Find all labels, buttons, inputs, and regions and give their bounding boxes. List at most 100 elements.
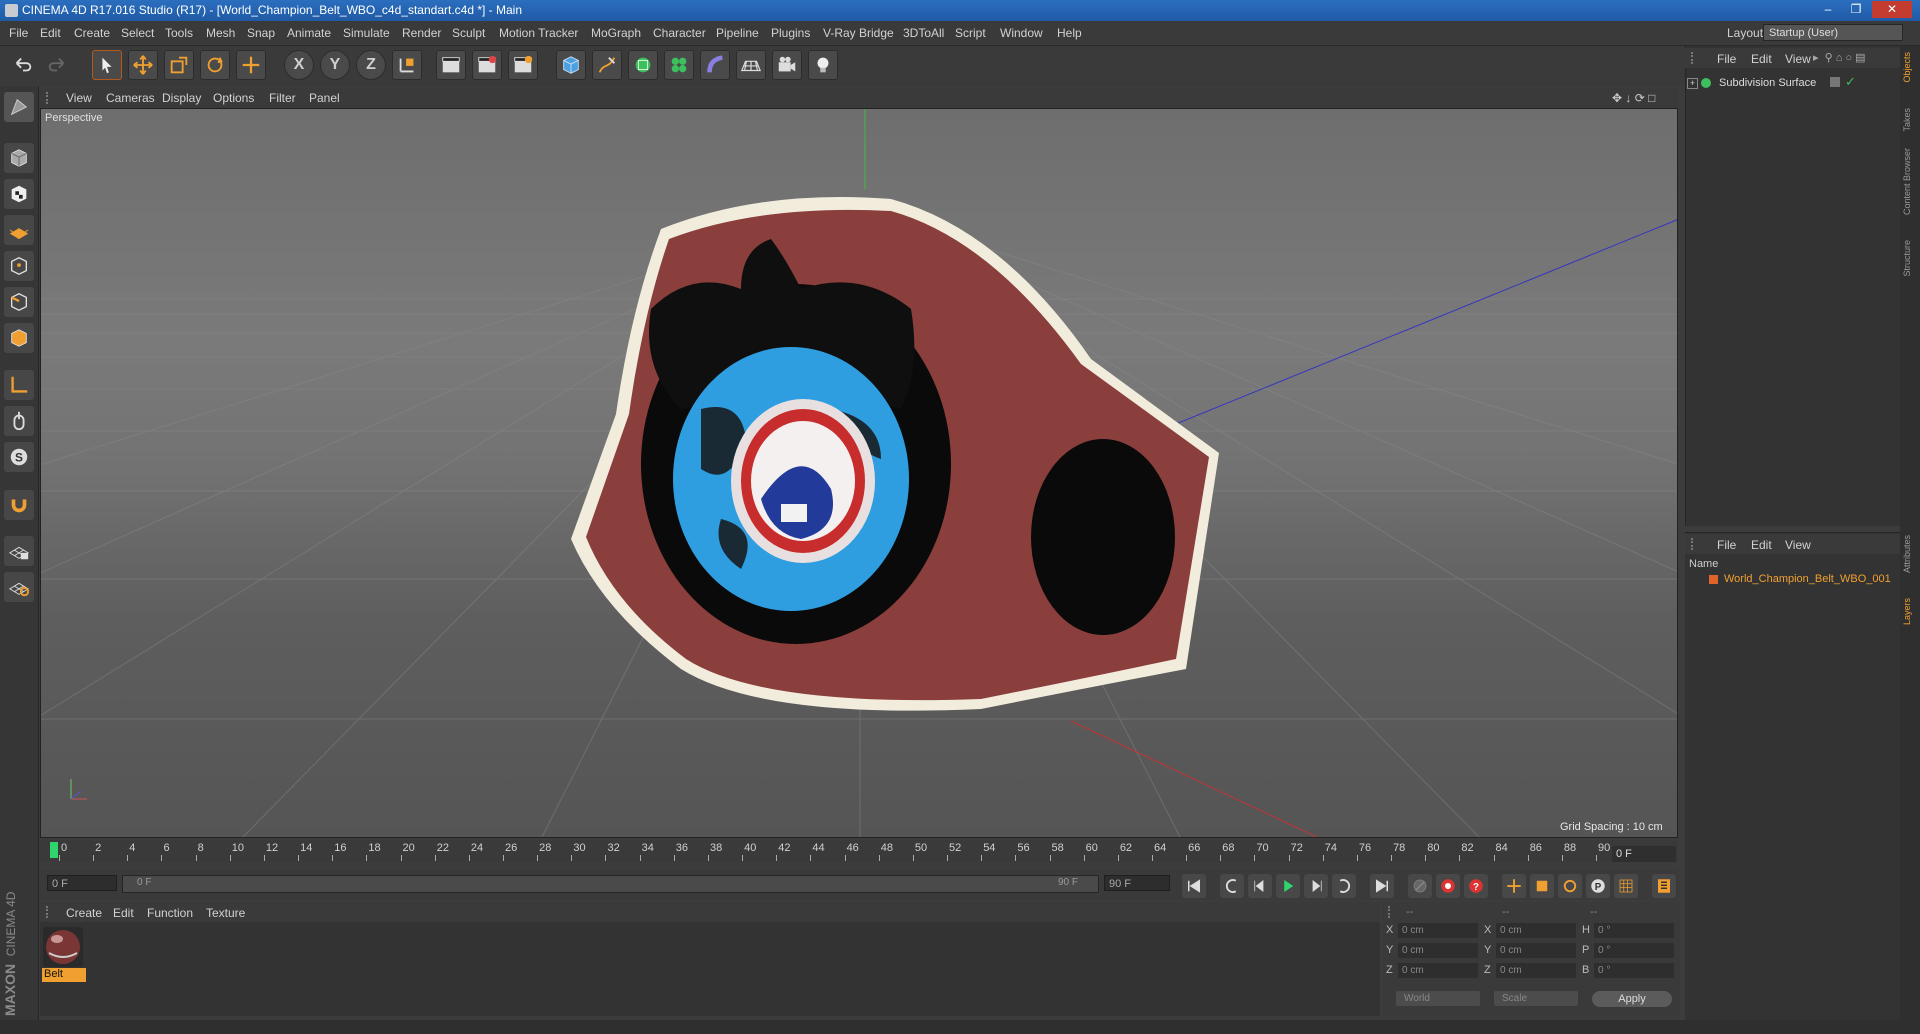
layer-row[interactable]: World_Champion_Belt_WBO_001 [1689, 572, 1897, 588]
menu-mesh[interactable]: Mesh [206, 26, 235, 40]
menu-window[interactable]: Window [1000, 26, 1043, 40]
key-rotation-button[interactable] [1558, 874, 1582, 898]
enabled-check-icon[interactable]: ✓ [1845, 74, 1856, 90]
expand-icon[interactable]: + [1687, 78, 1698, 89]
tab-content-browser[interactable]: Content Browser [1902, 148, 1918, 215]
subdivision-surface-button[interactable] [628, 50, 658, 80]
planar-workplane-button[interactable] [4, 572, 34, 602]
cloner-button[interactable] [664, 50, 694, 80]
coordinate-system-button[interactable] [392, 50, 422, 80]
render-picture-viewer-button[interactable] [472, 50, 502, 80]
lock-workplane-button[interactable] [4, 536, 34, 566]
object-manager-toolbar-icons[interactable]: ▸ ⚲ ⌂ ○ ▤ [1813, 51, 1866, 64]
object-menu-view[interactable]: View [1785, 52, 1811, 66]
go-to-start-button[interactable] [1182, 874, 1206, 898]
previous-keyframe-button[interactable] [1220, 874, 1244, 898]
x-axis-lock-button[interactable]: X [284, 50, 314, 80]
menu-edit[interactable]: Edit [40, 26, 61, 40]
end-frame-field[interactable]: 90 F [1104, 875, 1170, 891]
transform-mode-select[interactable]: Scale [1494, 991, 1578, 1006]
menu-plugins[interactable]: Plugins [771, 26, 810, 40]
menu-snap[interactable]: Snap [247, 26, 275, 40]
size-y-field[interactable]: 0 cm [1496, 943, 1576, 958]
layer-menu-view[interactable]: View [1785, 538, 1811, 552]
position-y-field[interactable]: 0 cm [1398, 943, 1478, 958]
viewport-menu-options[interactable]: Options [213, 91, 254, 105]
menu-motion-tracker[interactable]: Motion Tracker [499, 26, 578, 40]
menu-animate[interactable]: Animate [287, 26, 331, 40]
menu-file[interactable]: File [9, 26, 28, 40]
key-scale-button[interactable] [1530, 874, 1554, 898]
key-pla-button[interactable] [1614, 874, 1638, 898]
axis-mode-button[interactable] [4, 370, 34, 400]
layer-menu-edit[interactable]: Edit [1751, 538, 1772, 552]
visibility-toggle-icon[interactable] [1830, 77, 1840, 87]
transform-tool-button[interactable] [236, 50, 266, 80]
previous-frame-button[interactable] [1248, 874, 1272, 898]
tab-takes[interactable]: Takes [1902, 108, 1918, 132]
render-view-button[interactable] [436, 50, 466, 80]
record-active-objects-button[interactable] [1408, 874, 1432, 898]
polygons-mode-button[interactable] [4, 323, 34, 353]
model-mode-button[interactable] [4, 143, 34, 173]
snap-toggle-button[interactable]: S [4, 442, 34, 472]
apply-button[interactable]: Apply [1592, 991, 1672, 1007]
menu-character[interactable]: Character [653, 26, 706, 40]
cube-primitive-button[interactable] [556, 50, 586, 80]
viewport-menu-filter[interactable]: Filter [269, 91, 296, 105]
deformer-button[interactable] [700, 50, 730, 80]
viewport-menu-display[interactable]: Display [162, 91, 201, 105]
rotation-b-field[interactable]: 0 ° [1594, 963, 1674, 978]
texture-mode-button[interactable] [4, 179, 34, 209]
tab-attributes[interactable]: Attributes [1902, 535, 1918, 573]
timeline-window-button[interactable] [1652, 874, 1676, 898]
autokeying-button[interactable] [1436, 874, 1460, 898]
key-position-button[interactable] [1502, 874, 1526, 898]
minimize-button[interactable]: – [1814, 1, 1842, 18]
menu-pipeline[interactable]: Pipeline [716, 26, 759, 40]
menu-select[interactable]: Select [121, 26, 154, 40]
workplane-mode-button[interactable] [4, 215, 34, 245]
floor-button[interactable] [736, 50, 766, 80]
tab-structure[interactable]: Structure [1902, 240, 1918, 277]
restore-button[interactable]: ❐ [1842, 1, 1870, 18]
menu-create[interactable]: Create [74, 26, 110, 40]
tab-layers[interactable]: Layers [1902, 598, 1918, 625]
rotation-p-field[interactable]: 0 ° [1594, 943, 1674, 958]
viewport-menu-view[interactable]: View [66, 91, 92, 105]
position-z-field[interactable]: 0 cm [1398, 963, 1478, 978]
object-menu-edit[interactable]: Edit [1751, 52, 1772, 66]
spline-pen-button[interactable] [592, 50, 622, 80]
material-thumbnail[interactable] [43, 927, 83, 967]
material-menu-edit[interactable]: Edit [113, 906, 134, 920]
make-editable-button[interactable] [4, 92, 34, 122]
light-button[interactable] [808, 50, 838, 80]
redo-button[interactable] [42, 50, 72, 80]
y-axis-lock-button[interactable]: Y [320, 50, 350, 80]
go-to-end-button[interactable] [1370, 874, 1394, 898]
material-menu-create[interactable]: Create [66, 906, 102, 920]
magnet-tool-button[interactable] [4, 490, 34, 520]
menu-3dtoall[interactable]: 3DToAll [903, 26, 944, 40]
viewport-menu-cameras[interactable]: Cameras [106, 91, 155, 105]
edges-mode-button[interactable] [4, 287, 34, 317]
object-row-subdivision-surface[interactable]: + Subdivision Surface [1687, 75, 1827, 91]
menu-vray-bridge[interactable]: V-Ray Bridge [823, 26, 894, 40]
next-keyframe-button[interactable] [1332, 874, 1356, 898]
next-frame-button[interactable] [1304, 874, 1328, 898]
playhead[interactable] [50, 842, 58, 858]
camera-button[interactable] [772, 50, 802, 80]
close-button[interactable]: ✕ [1872, 1, 1912, 18]
object-menu-file[interactable]: File [1717, 52, 1736, 66]
layer-menu-file[interactable]: File [1717, 538, 1736, 552]
material-menu-function[interactable]: Function [147, 906, 193, 920]
perspective-viewport[interactable] [40, 108, 1678, 838]
position-x-field[interactable]: 0 cm [1398, 923, 1478, 938]
viewport-menu-panel[interactable]: Panel [309, 91, 340, 105]
key-parameter-button[interactable]: P [1586, 874, 1610, 898]
rotation-h-field[interactable]: 0 ° [1594, 923, 1674, 938]
points-mode-button[interactable] [4, 251, 34, 281]
coordinate-mode-select[interactable]: World [1396, 991, 1480, 1006]
menu-mograph[interactable]: MoGraph [591, 26, 641, 40]
menu-script[interactable]: Script [955, 26, 986, 40]
